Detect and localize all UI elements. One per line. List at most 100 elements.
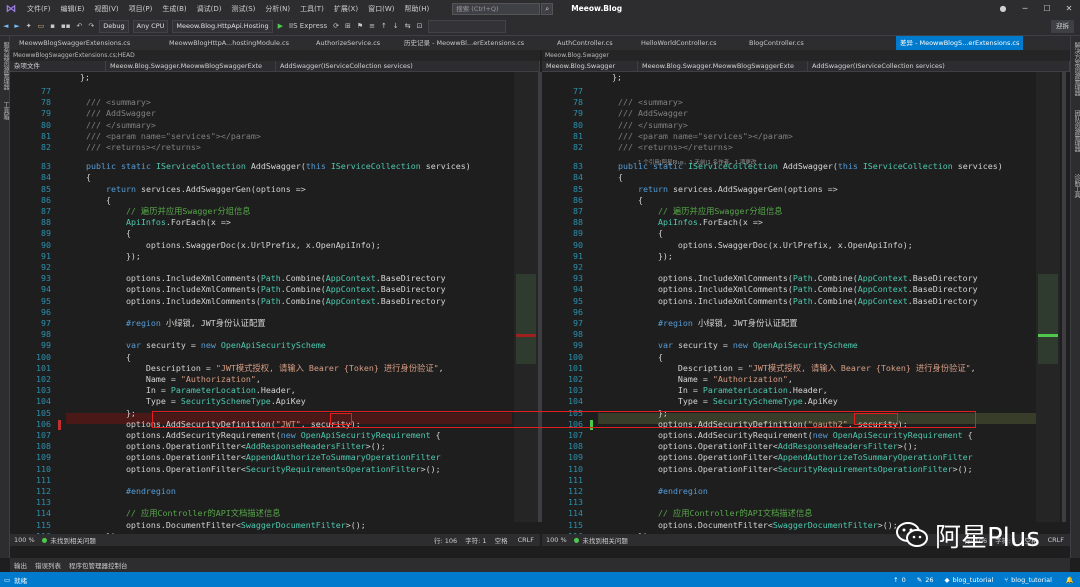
right-minimap[interactable]	[1036, 72, 1060, 522]
line-number: 111	[36, 474, 51, 485]
close-button[interactable]: ✕	[1058, 4, 1080, 13]
diff-view-icon[interactable]: ⇆	[402, 22, 414, 30]
save-icon[interactable]: ▪	[47, 22, 58, 30]
comment-icon[interactable]: ≡	[366, 22, 378, 30]
left-issue-status[interactable]: 未找到相关问题	[50, 535, 96, 545]
open-icon[interactable]: ▭	[35, 22, 48, 30]
minimize-button[interactable]: ─	[1014, 4, 1036, 13]
diff-gutter-marker	[58, 419, 61, 430]
branch-icon[interactable]: ⑂	[1001, 576, 1011, 584]
line-number: 95	[41, 295, 51, 306]
code-line: Description = "JWT模式授权, 请输入 Bearer {Toke…	[598, 362, 976, 373]
left-nav-member[interactable]: AddSwagger(IServiceCollection services)	[276, 61, 540, 71]
output-tab[interactable]: 输出	[10, 560, 31, 570]
menu-item[interactable]: 扩展(X)	[329, 4, 363, 14]
package-manager-console-tab[interactable]: 程序包管理器控制台	[65, 560, 132, 570]
run-target-button[interactable]: IIS Express	[286, 22, 330, 30]
branch-repo-icon[interactable]: ◆	[942, 576, 953, 584]
menu-item[interactable]: 项目(P)	[124, 4, 158, 14]
line-number: 84	[41, 172, 51, 183]
menu-item[interactable]: 分析(N)	[260, 4, 295, 14]
left-minimap[interactable]	[514, 72, 538, 522]
left-code-editor[interactable]: }; 77 78 /// <summary> 79 /// AddSwagger 80 …	[10, 72, 514, 544]
line-number: 109	[36, 452, 51, 463]
document-tab[interactable]: BlogController.cs	[745, 36, 808, 50]
status-repo[interactable]: blog_tutorial	[953, 576, 1002, 584]
status-up-count[interactable]: 0	[902, 576, 914, 584]
right-zoom[interactable]: 100 %	[542, 536, 571, 544]
status-changes-count[interactable]: 26	[925, 576, 941, 584]
line-number: 99	[41, 340, 51, 351]
left-nav-project[interactable]: 杂项文件	[10, 61, 106, 71]
account-icon[interactable]: ●	[992, 4, 1014, 13]
right-issue-status[interactable]: 未找到相关问题	[582, 535, 628, 545]
forward-icon[interactable]: ►	[11, 22, 22, 30]
toolbar-search-box[interactable]	[427, 19, 506, 33]
menu-item[interactable]: 生成(B)	[157, 4, 191, 14]
save-all-icon[interactable]: ▪▪	[58, 22, 74, 30]
status-branch[interactable]: blog_tutorial	[1011, 576, 1060, 584]
document-tab[interactable]: 差异 - MeowwBlogS...erExtensions.cs	[896, 36, 1024, 50]
toolbox-tab[interactable]: 工具箱	[1, 102, 10, 120]
notification-icon[interactable]: 🔔	[1060, 576, 1080, 584]
error-list-tab[interactable]: 错误列表	[31, 560, 65, 570]
team-explorer-tab[interactable]: 团队资源管理器	[1072, 110, 1080, 152]
right-scrollbar[interactable]	[1062, 72, 1066, 522]
undo-icon[interactable]: ↶	[74, 22, 86, 30]
document-tab[interactable]: AuthorizeService.cs	[312, 36, 384, 50]
code-line: options.AddSecurityRequirement(new OpenA…	[66, 430, 441, 440]
line-number: 81	[41, 130, 51, 141]
maximize-button[interactable]: ☐	[1036, 4, 1058, 13]
left-nav-class[interactable]: Meeow.Blog.Swagger.MeowwBlogSwaggerExte	[106, 61, 276, 71]
document-tab[interactable]: HelloWorldController.cs	[637, 36, 721, 50]
menu-item[interactable]: 工具(T)	[295, 4, 329, 14]
search-icon[interactable]: ⌕	[541, 2, 554, 15]
right-nav-project[interactable]: Meeow.Blog.Swagger	[542, 61, 638, 71]
new-project-icon[interactable]: ✦	[23, 22, 35, 30]
pencil-icon[interactable]: ✎	[914, 576, 925, 584]
menu-item[interactable]: 文件(F)	[22, 4, 56, 14]
right-code-editor[interactable]: }; 77 78 /// <summary> 79 /// AddSwagger 80 …	[542, 72, 1036, 544]
code-line: {	[598, 172, 623, 183]
line-number: 83	[573, 161, 583, 172]
menu-item[interactable]: 编辑(E)	[56, 4, 90, 14]
next-diff-icon[interactable]: ↓	[390, 22, 402, 30]
refresh-icon[interactable]: ⟳	[330, 22, 342, 30]
diagnostic-tools-tab[interactable]: 诊断工具	[1072, 174, 1080, 198]
bookmark-icon[interactable]: ⚑	[354, 22, 366, 30]
code-fragment: };	[80, 72, 90, 82]
solution-explorer-tab[interactable]: 解决方案资源管理器	[1072, 42, 1080, 96]
right-nav-class[interactable]: Meeow.Blog.Swagger.MeowwBlogSwaggerExte	[638, 61, 808, 71]
left-zoom[interactable]: 100 %	[10, 536, 39, 544]
line-number: 98	[41, 329, 51, 340]
line-number: 100	[36, 351, 51, 362]
right-no-issues-icon: ●	[573, 536, 580, 544]
redo-icon[interactable]: ↷	[85, 22, 97, 30]
run-icon[interactable]: ▶	[275, 22, 286, 30]
menu-item[interactable]: 调试(D)	[192, 4, 227, 14]
code-line: options.SwaggerDoc(x.UrlPrefix, x.OpenAp…	[66, 239, 381, 250]
prev-diff-icon[interactable]: ↑	[378, 22, 390, 30]
document-tab[interactable]: MeowwBlogSwaggerExtensions.cs	[15, 36, 134, 50]
debug-icon[interactable]: ⊞	[342, 22, 354, 30]
menu-item[interactable]: 窗口(W)	[363, 4, 399, 14]
publish-up-icon[interactable]: ↑	[890, 576, 901, 584]
startup-project-select[interactable]: Meeow.Blog.HttpApi.Hosting	[172, 19, 273, 33]
line-number: 82	[41, 142, 51, 152]
search-input[interactable]: 搜索 (Ctrl+Q)	[452, 2, 541, 15]
status-bar: ▭ 就绪 ↑ 0 ✎ 26 ◆ blog_tutorial ⑂ blog_tut…	[0, 572, 1080, 587]
line-number: 104	[568, 396, 583, 407]
menu-item[interactable]: 视图(V)	[89, 4, 123, 14]
back-icon[interactable]: ◄	[0, 22, 11, 30]
lock-icon[interactable]: ⊡	[414, 22, 426, 30]
document-tab[interactable]: 历史记录 - MeowwBl...erExtensions.cs	[400, 36, 528, 50]
menu-item[interactable]: 帮助(H)	[399, 4, 434, 14]
feedback-button[interactable]: 迎拆	[1051, 19, 1074, 33]
config-select[interactable]: Debug	[99, 19, 129, 33]
document-tab[interactable]: AuthController.cs	[553, 36, 617, 50]
document-tab[interactable]: MeowwBlogHttpA...hostingModule.cs	[165, 36, 293, 50]
menu-item[interactable]: 测试(S)	[226, 4, 260, 14]
platform-select[interactable]: Any CPU	[132, 19, 169, 33]
right-nav-member[interactable]: AddSwagger(IServiceCollection services)	[808, 61, 1070, 71]
server-explorer-tab[interactable]: 服务器资源管理器	[1, 42, 10, 90]
